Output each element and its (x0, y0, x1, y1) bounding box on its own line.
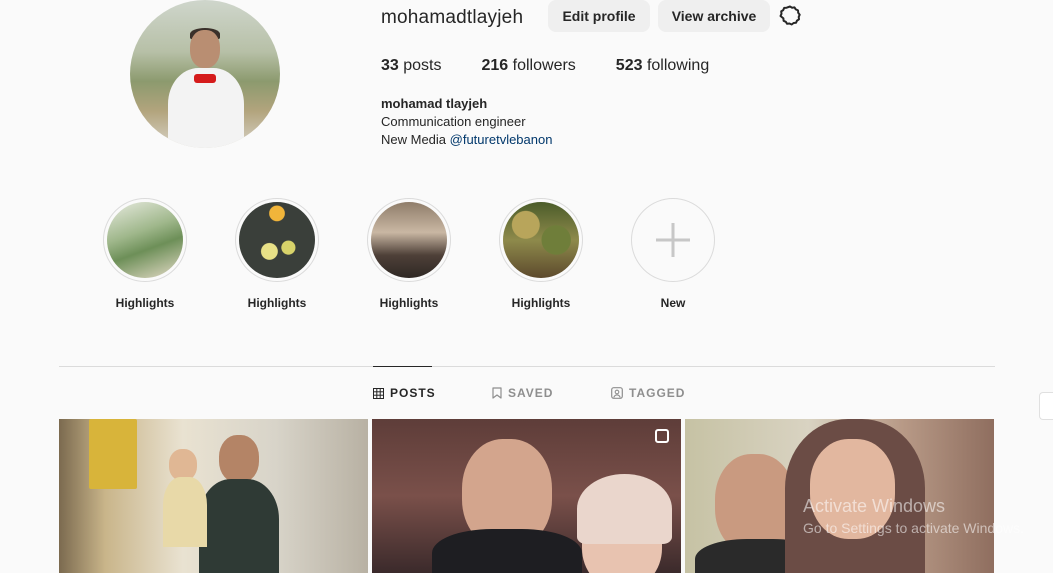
highlight-label: Highlights (379, 296, 439, 310)
followers-stat-label: followers (512, 57, 576, 74)
following-stat-label: following (646, 57, 710, 74)
bio-mention-link[interactable]: @futuretvlebanon (450, 132, 553, 147)
avatar-face (190, 30, 220, 68)
followers-stat[interactable]: 216 followers (482, 57, 576, 75)
tab-tagged-label: TAGGED (629, 386, 686, 400)
highlight-thumbnail (107, 202, 183, 278)
highlight-item[interactable]: Highlights (496, 198, 586, 310)
highlight-item[interactable]: Highlights (232, 198, 322, 310)
highlight-thumbnail (503, 202, 579, 278)
profile-bio-line: Communication engineer (381, 114, 526, 129)
side-scroll-widget[interactable] (1039, 392, 1053, 420)
tab-saved[interactable]: SAVED (492, 386, 553, 400)
post-person-body (432, 529, 582, 573)
tab-tagged[interactable]: TAGGED (611, 386, 685, 400)
highlight-thumbnail (371, 202, 447, 278)
windows-activation-watermark: Activate Windows (803, 496, 946, 516)
highlight-ring (103, 198, 187, 282)
following-count: 523 (615, 57, 643, 74)
highlight-ring (367, 198, 451, 282)
settings-gear-icon[interactable] (778, 4, 802, 28)
tabs-divider (59, 366, 995, 367)
highlight-label: Highlights (511, 296, 571, 310)
following-stat[interactable]: 523 following (616, 57, 709, 75)
new-highlight-label: New (660, 296, 686, 310)
tab-posts-label: POSTS (390, 386, 436, 400)
profile-bio-line: New Media @futuretvlebanon (381, 132, 552, 147)
active-tab-indicator (373, 366, 432, 367)
profile-username: mohamadtlayjeh (381, 7, 524, 28)
post-thumbnail[interactable] (372, 419, 681, 573)
highlight-ring (499, 198, 583, 282)
post-background-sign (89, 419, 137, 489)
post-person-body (199, 479, 279, 573)
highlight-item[interactable]: Highlights (100, 198, 190, 310)
highlight-label: Highlights (115, 296, 175, 310)
highlight-thumbnail (239, 202, 315, 278)
avatar-bowtie (194, 74, 216, 83)
grid-icon (373, 387, 384, 399)
profile-stats: 33 posts 216 followers 523 following (381, 57, 749, 75)
posts-count: 33 (381, 57, 399, 74)
bookmark-icon (492, 387, 502, 399)
windows-activation-watermark-sub: Go to Settings to activate Windows. (803, 520, 1024, 536)
new-highlight-ring (631, 198, 715, 282)
followers-count: 216 (481, 57, 509, 74)
posts-stat: 33 posts (381, 57, 442, 75)
highlight-ring (235, 198, 319, 282)
tab-posts[interactable]: POSTS (373, 386, 436, 400)
view-archive-button[interactable]: View archive (658, 0, 770, 32)
bio-text: New Media (381, 132, 450, 147)
edit-profile-button[interactable]: Edit profile (548, 0, 650, 32)
post-person-face (219, 435, 259, 483)
profile-avatar[interactable] (130, 0, 280, 148)
multi-post-icon (655, 429, 669, 443)
profile-full-name: mohamad tlayjeh (381, 96, 488, 111)
tab-saved-label: SAVED (508, 386, 554, 400)
post-hijab (577, 474, 672, 544)
highlight-label: Highlights (247, 296, 307, 310)
post-thumbnail[interactable] (59, 419, 368, 573)
new-highlight-button[interactable]: New (628, 198, 718, 310)
tag-user-icon (611, 387, 623, 399)
highlight-item[interactable]: Highlights (364, 198, 454, 310)
plus-icon (656, 223, 690, 257)
post-child-body (163, 477, 207, 547)
posts-stat-label: posts (403, 57, 442, 74)
